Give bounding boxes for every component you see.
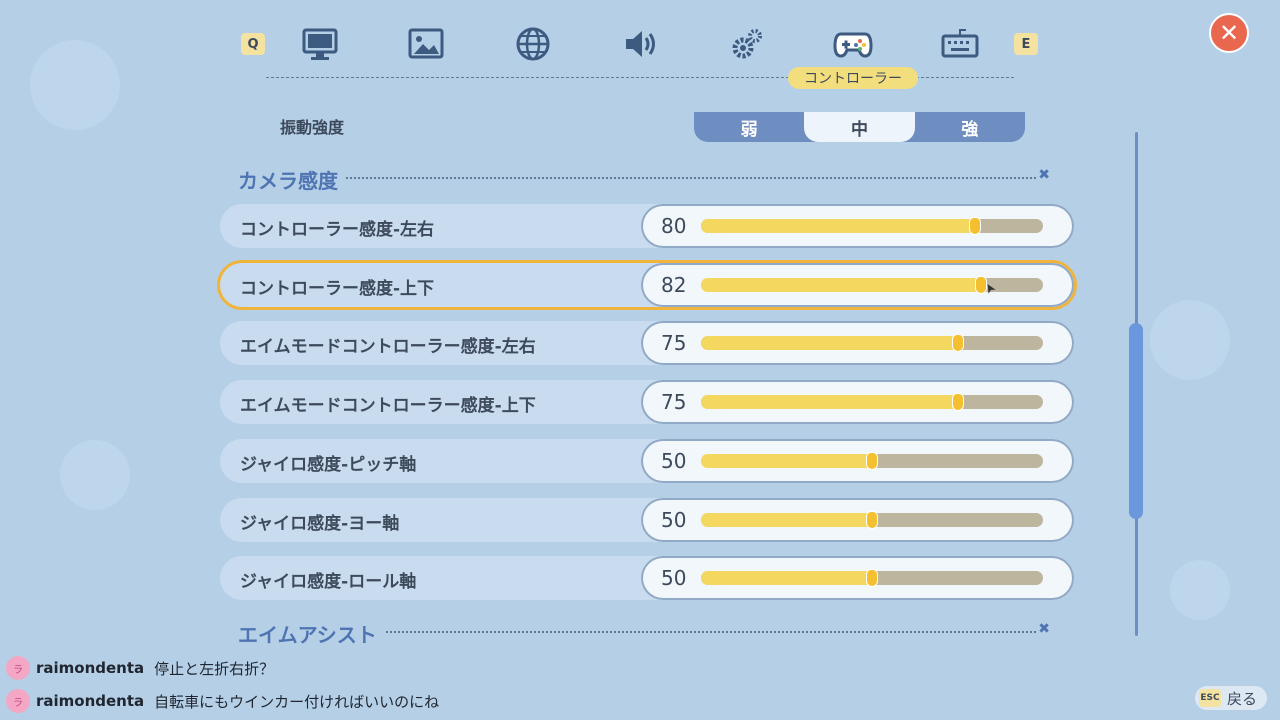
setting-label: ジャイロ感度-ヨー軸 — [240, 514, 400, 534]
setting-label: エイムモードコントローラー感度-上下 — [240, 396, 536, 416]
esc-key-badge: ESC — [1199, 689, 1221, 707]
slider-fill — [701, 336, 958, 350]
tab-keyboard[interactable] — [938, 24, 982, 64]
background-decoration — [60, 440, 130, 510]
back-label: 戻る — [1227, 689, 1258, 708]
chat-message: ラ raimondenta 自転車にもウインカー付ければいいのにね — [6, 689, 439, 713]
setting-control[interactable]: 75 — [641, 321, 1074, 365]
setting-control[interactable]: 50 — [641, 498, 1074, 542]
setting-label: エイムモードコントローラー感度-左右 — [240, 337, 536, 357]
setting-value: 82 — [661, 273, 687, 297]
background-decoration — [1150, 300, 1230, 380]
tab-language[interactable] — [511, 24, 555, 64]
vibration-selector[interactable]: 弱 中 強 — [694, 112, 1025, 142]
setting-value: 50 — [661, 449, 687, 473]
setting-label: コントローラー感度-上下 — [240, 279, 435, 299]
background-decoration — [1170, 560, 1230, 620]
slider-track[interactable] — [701, 336, 1043, 350]
setting-label: ジャイロ感度-ピッチ軸 — [240, 455, 417, 475]
background-decoration — [30, 40, 120, 130]
setting-value: 75 — [661, 390, 687, 414]
slider-fill — [701, 278, 981, 292]
vibration-option-weak[interactable]: 弱 — [694, 112, 804, 142]
vibration-setting: 振動強度 弱 中 強 — [258, 112, 1025, 142]
slider-handle[interactable] — [969, 217, 981, 235]
slider-track[interactable] — [701, 219, 1043, 233]
section-header-aim-assist: エイムアシスト ✖ — [238, 619, 1050, 648]
avatar: ラ — [6, 689, 30, 713]
slider-handle[interactable] — [952, 334, 964, 352]
tab-controller[interactable] — [831, 24, 875, 64]
close-button[interactable]: ✕ — [1209, 13, 1249, 53]
prev-tab-key[interactable]: Q — [241, 33, 265, 55]
vibration-label: 振動強度 — [280, 118, 345, 137]
setting-value: 75 — [661, 331, 687, 355]
slider-handle[interactable] — [866, 511, 878, 529]
slider-fill — [701, 513, 872, 527]
tab-system[interactable] — [725, 24, 769, 64]
section-end-mark: ✖ — [1038, 167, 1050, 183]
setting-label: コントローラー感度-左右 — [240, 220, 435, 240]
chat-text: 停止と左折右折？ — [154, 659, 275, 678]
setting-value: 50 — [661, 508, 687, 532]
tab-display[interactable] — [298, 24, 342, 64]
setting-row[interactable]: コントローラー感度-上下 82 ➤ — [220, 263, 1074, 307]
setting-control[interactable]: 50 — [641, 439, 1074, 483]
back-button[interactable]: ESC 戻る — [1195, 686, 1267, 710]
slider-handle[interactable] — [952, 393, 964, 411]
setting-row[interactable]: ジャイロ感度-ヨー軸 50 — [220, 498, 1074, 542]
close-icon: ✕ — [1218, 19, 1240, 47]
setting-control[interactable]: 50 — [641, 556, 1074, 600]
gear-icon — [732, 29, 762, 59]
setting-value: 50 — [661, 566, 687, 590]
globe-icon — [516, 27, 550, 61]
section-title: エイムアシスト — [238, 619, 385, 648]
avatar: ラ — [6, 656, 30, 680]
section-header-camera: カメラ感度 ✖ — [238, 165, 1050, 194]
slider-fill — [701, 395, 958, 409]
slider-handle[interactable] — [866, 452, 878, 470]
gamepad-icon — [833, 32, 873, 58]
chat-username: raimondenta — [36, 692, 145, 710]
chat-text: 自転車にもウインカー付ければいいのにね — [154, 692, 440, 711]
setting-row[interactable]: ジャイロ感度-ロール軸 50 — [220, 556, 1074, 600]
slider-fill — [701, 454, 872, 468]
section-title: カメラ感度 — [238, 165, 346, 194]
monitor-icon — [302, 28, 338, 60]
setting-row[interactable]: ジャイロ感度-ピッチ軸 50 — [220, 439, 1074, 483]
setting-label: ジャイロ感度-ロール軸 — [240, 572, 417, 592]
setting-value: 80 — [661, 214, 687, 238]
active-tab-label: コントローラー — [788, 67, 918, 89]
tab-audio[interactable] — [618, 24, 662, 64]
vibration-option-strong[interactable]: 強 — [915, 112, 1025, 142]
scrollbar-thumb[interactable] — [1129, 323, 1143, 519]
slider-fill — [701, 571, 872, 585]
setting-control[interactable]: 80 — [641, 204, 1074, 248]
setting-row[interactable]: エイムモードコントローラー感度-左右 75 — [220, 321, 1074, 365]
keyboard-icon — [941, 29, 979, 58]
chat-message: ラ raimondenta 停止と左折右折？ — [6, 656, 274, 680]
setting-row[interactable]: コントローラー感度-左右 80 — [220, 204, 1074, 248]
slider-fill — [701, 219, 975, 233]
next-tab-key[interactable]: E — [1014, 33, 1038, 55]
setting-row[interactable]: エイムモードコントローラー感度-上下 75 — [220, 380, 1074, 424]
vibration-option-medium[interactable]: 中 — [804, 112, 915, 142]
section-end-mark: ✖ — [1038, 621, 1050, 637]
chat-username: raimondenta — [36, 659, 145, 677]
tab-graphics[interactable] — [404, 24, 448, 64]
section-divider — [238, 177, 1036, 179]
speaker-icon — [626, 31, 655, 57]
slider-track[interactable] — [701, 395, 1043, 409]
setting-control[interactable]: 75 — [641, 380, 1074, 424]
image-icon — [408, 28, 444, 59]
slider-handle[interactable] — [866, 569, 878, 587]
setting-control[interactable]: 82 ➤ — [641, 263, 1074, 307]
